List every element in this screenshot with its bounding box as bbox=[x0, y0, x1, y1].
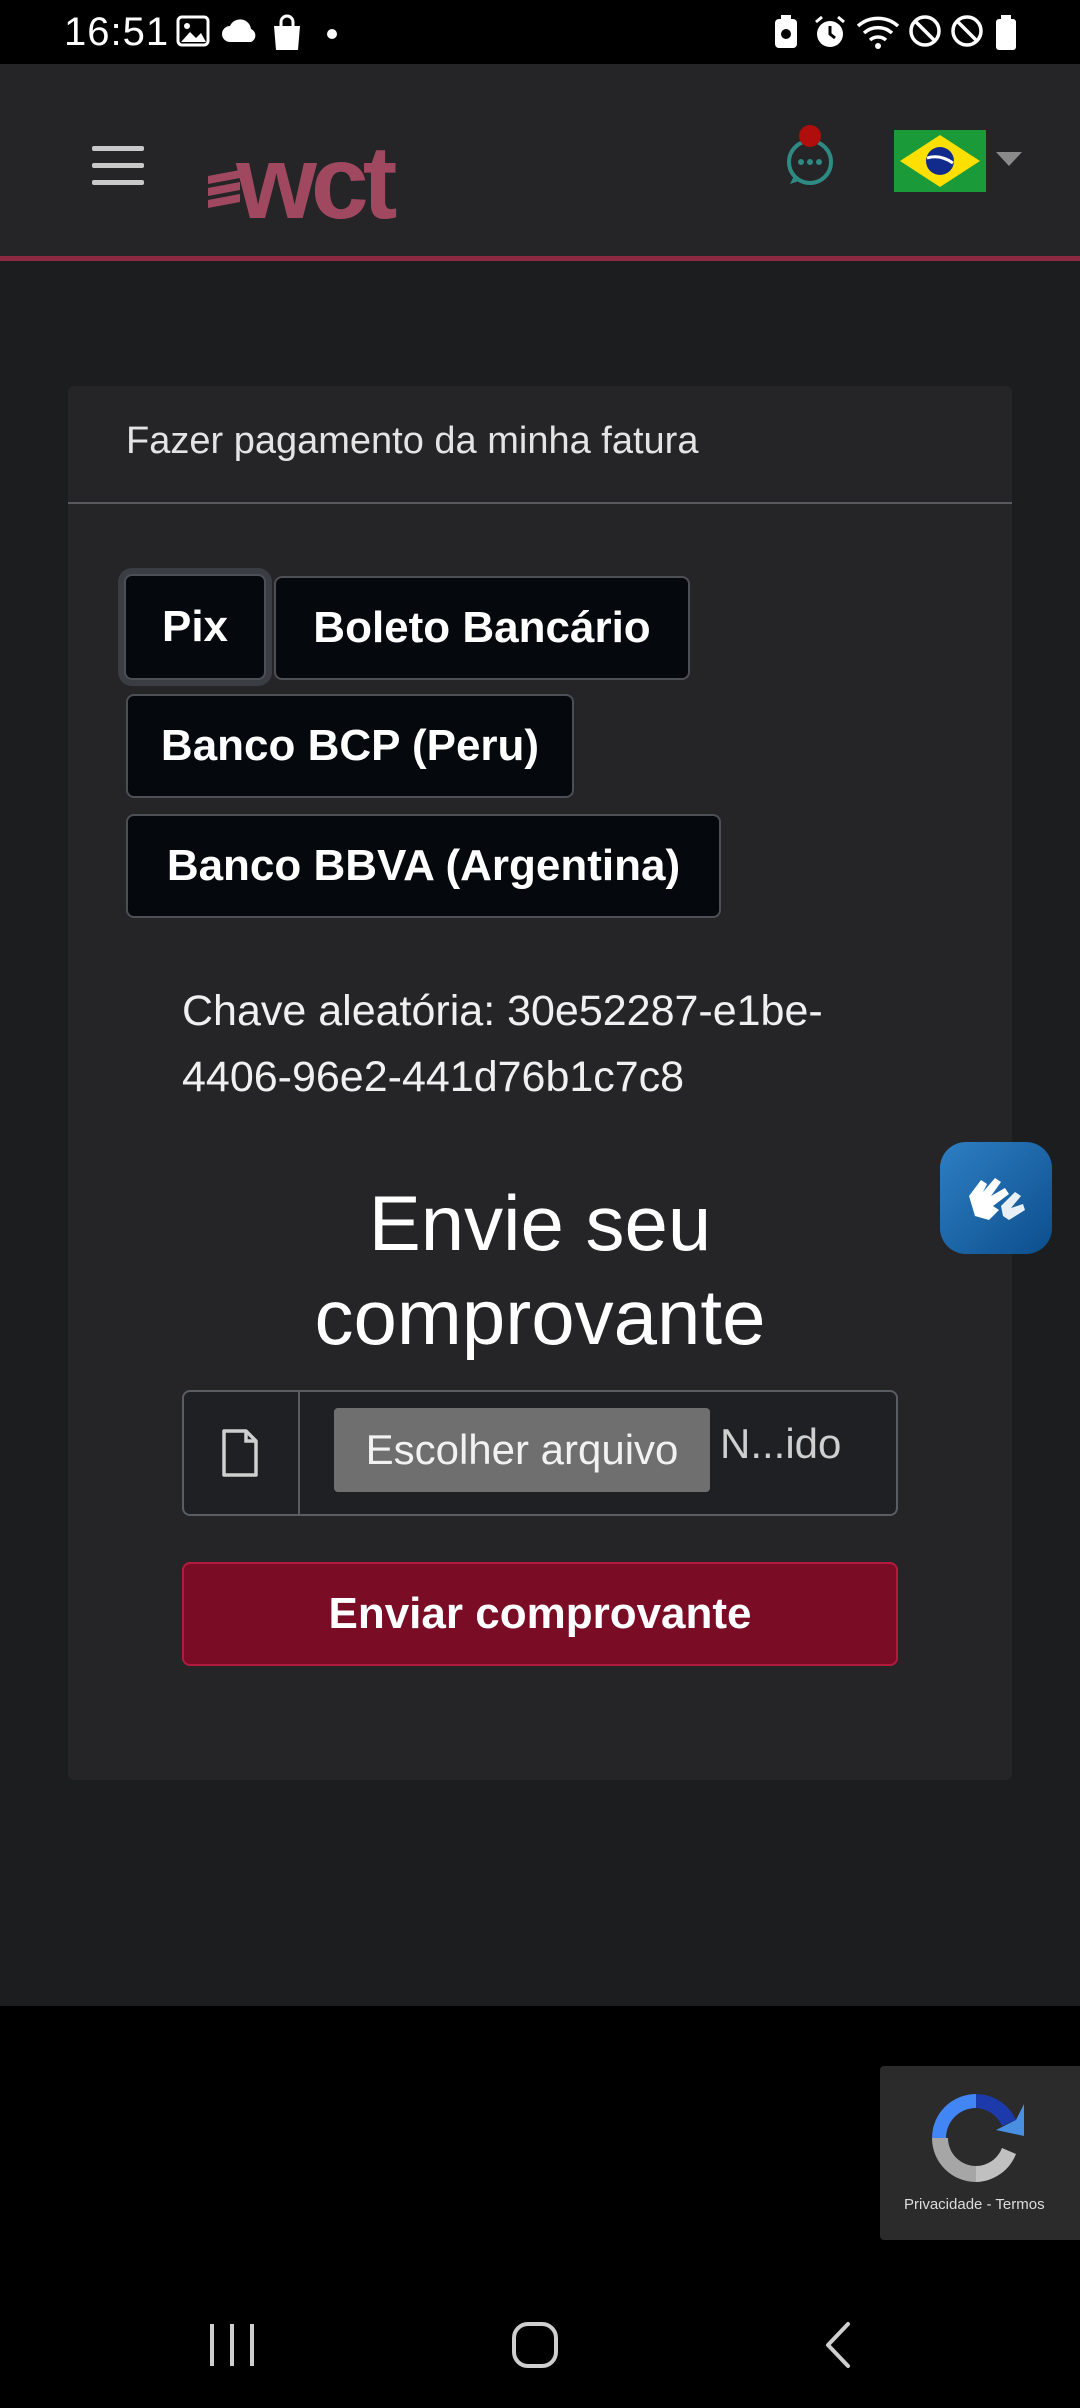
chevron-down-icon bbox=[996, 152, 1022, 166]
block-icon bbox=[951, 15, 983, 47]
wifi-icon bbox=[856, 16, 900, 49]
pix-key-text: Chave aleatória: 30e52287-e1be-4406-96e2… bbox=[182, 987, 823, 1101]
battery-icon bbox=[996, 15, 1016, 50]
recaptcha-badge[interactable] bbox=[880, 2066, 1080, 2240]
cloud-icon bbox=[222, 19, 256, 42]
sign-language-hands-icon bbox=[969, 1178, 1025, 1220]
alarm-icon bbox=[815, 15, 845, 47]
brazil-flag-icon bbox=[894, 130, 986, 192]
chat-button[interactable] bbox=[784, 124, 836, 186]
recaptcha-icon bbox=[932, 2094, 1024, 2182]
submit-receipt-button[interactable]: Enviar comprovante bbox=[182, 1562, 898, 1666]
back-icon[interactable] bbox=[822, 2320, 854, 2370]
payment-method-bbva[interactable]: Banco BBVA (Argentina) bbox=[126, 814, 721, 918]
choose-file-button[interactable]: Escolher arquivo bbox=[334, 1408, 710, 1492]
do-not-disturb-icon bbox=[909, 15, 941, 47]
card-divider bbox=[68, 502, 1012, 504]
home-icon[interactable] bbox=[510, 2320, 560, 2370]
image-icon bbox=[176, 15, 210, 47]
file-icon-box bbox=[182, 1390, 300, 1516]
system-nav-bar bbox=[0, 2250, 1080, 2408]
file-status-text: N...ido bbox=[720, 1420, 842, 1467]
recent-apps-icon[interactable] bbox=[206, 2322, 260, 2368]
status-time: 16:51 bbox=[64, 10, 170, 54]
status-bar: 16:51 bbox=[0, 0, 1080, 64]
card-title: Fazer pagamento da minha fatura bbox=[126, 420, 699, 462]
hamburger-menu-icon[interactable] bbox=[92, 144, 146, 188]
chat-bubble-icon bbox=[787, 125, 833, 185]
battery-saver-icon bbox=[775, 15, 797, 48]
wct-logo[interactable]: wct bbox=[206, 125, 416, 241]
file-icon bbox=[222, 1429, 258, 1477]
logo-text: wct bbox=[236, 125, 397, 241]
shopping-bag-icon bbox=[274, 14, 300, 50]
recaptcha-links[interactable]: Privacidade - Termos bbox=[904, 2196, 1045, 2213]
payment-method-pix[interactable]: Pix bbox=[124, 574, 266, 680]
upload-heading: Envie seu comprovante bbox=[314, 1179, 766, 1361]
payment-method-boleto[interactable]: Boleto Bancário bbox=[274, 576, 690, 680]
accessibility-button[interactable] bbox=[940, 1142, 1052, 1254]
payment-method-bcp[interactable]: Banco BCP (Peru) bbox=[126, 694, 574, 798]
dot-icon bbox=[327, 29, 337, 39]
language-selector[interactable] bbox=[894, 130, 1024, 192]
